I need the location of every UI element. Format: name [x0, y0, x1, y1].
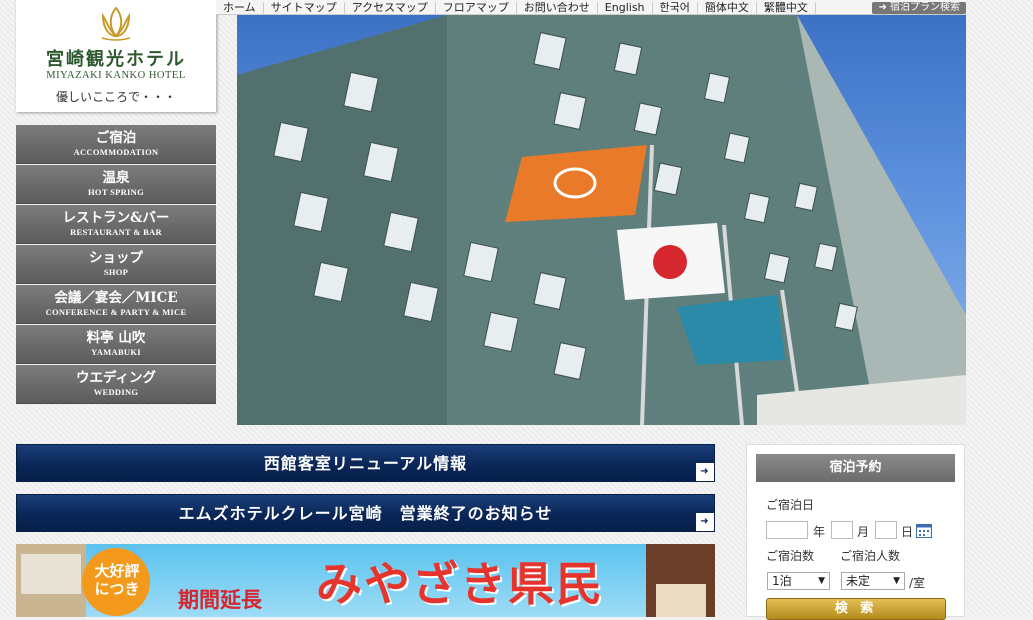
nights-select[interactable]: 1泊 ▼ [767, 572, 830, 590]
nav-label-jp: 料亭 山吹 [86, 330, 146, 346]
announcement-renewal[interactable]: 西館客室リニューアル情報 ➜ [16, 444, 715, 482]
lotus-icon [101, 6, 131, 41]
calendar-icon[interactable] [916, 523, 932, 538]
plan-search-label: 宿泊プラン検索 [890, 2, 960, 13]
nav-hot-spring[interactable]: 温泉 HOT SPRING [16, 165, 216, 204]
guests-value: 未定 [846, 574, 871, 588]
nav-label-jp: レストラン&バー [62, 210, 170, 226]
reservation-panel: 宿泊予約 ご宿泊日 年 月 日 ご宿泊数 ご宿泊人数 1泊 ▼ 未定 ▼ /室 … [746, 444, 965, 620]
banner-badge: 大好評につき [94, 562, 140, 598]
checkin-month-input[interactable] [831, 521, 853, 539]
nav-accommodation[interactable]: ご宿泊 ACCOMMODATION [16, 125, 216, 164]
top-nav: ホーム サイトマップ アクセスマップ フロアマップ お問い合わせ English… [216, 0, 966, 15]
campaign-banner[interactable]: 大好評につき 期間延長 みやざき県民 [16, 544, 715, 617]
top-nav-home[interactable]: ホーム [216, 2, 264, 14]
banner-sub: 期間延長 [178, 588, 262, 612]
announcement-closure[interactable]: エムズホテルクレール宮崎 営業終了のお知らせ ➜ [16, 494, 715, 532]
nav-label-en: SHOP [103, 267, 129, 277]
year-unit: 年 [813, 525, 826, 539]
top-nav-sitemap[interactable]: サイトマップ [264, 2, 345, 14]
top-nav-english[interactable]: English [598, 2, 653, 14]
plan-search-button[interactable]: ➜ 宿泊プラン検索 [872, 2, 966, 14]
checkin-day-input[interactable] [875, 521, 897, 539]
nav-restaurant-bar[interactable]: レストラン&バー RESTAURANT & BAR [16, 205, 216, 244]
top-nav-simplified-chinese[interactable]: 簡体中文 [698, 2, 757, 14]
arrow-icon: ➜ [696, 513, 714, 531]
nav-label-en: ACCOMMODATION [73, 147, 159, 157]
announcement-label: 西館客室リニューアル情報 [263, 454, 468, 473]
nav-shop[interactable]: ショップ SHOP [16, 245, 216, 284]
arrow-icon: ➜ [696, 463, 714, 481]
dropdown-arrow-icon: ▼ [818, 576, 825, 586]
side-nav: ご宿泊 ACCOMMODATION 温泉 HOT SPRING レストラン&バー… [16, 125, 216, 405]
nights-value: 1泊 [772, 574, 792, 588]
hotel-building-illustration [237, 15, 966, 425]
reservation-title: 宿泊予約 [756, 454, 955, 482]
guests-label: ご宿泊人数 [840, 549, 901, 563]
day-unit: 日 [901, 525, 914, 539]
nav-label-jp: 会議／宴会／MICE [54, 290, 178, 306]
guests-select[interactable]: 未定 ▼ [841, 572, 905, 590]
nav-label-en: YAMABUKI [91, 347, 141, 357]
nav-conference[interactable]: 会議／宴会／MICE CONFERENCE & PARTY & MICE [16, 285, 216, 324]
nav-label-en: HOT SPRING [88, 187, 144, 197]
checkin-label: ご宿泊日 [766, 498, 815, 512]
nav-label-jp: ウエディング [75, 370, 157, 386]
top-nav-contact[interactable]: お問い合わせ [517, 2, 598, 14]
nav-label-en: WEDDING [93, 387, 139, 397]
top-nav-access-map[interactable]: アクセスマップ [345, 2, 436, 14]
nav-label-en: RESTAURANT & BAR [70, 227, 162, 237]
nav-label-jp: 温泉 [102, 170, 130, 186]
per-room-label: /室 [909, 576, 926, 590]
checkin-year-input[interactable] [766, 521, 808, 539]
announcement-label: エムズホテルクレール宮崎 営業終了のお知らせ [178, 504, 553, 523]
hotel-logo[interactable]: 宮崎観光ホテル MIYAZAKI KANKO HOTEL 優しいこころで・・・ [16, 0, 216, 112]
dropdown-arrow-icon: ▼ [893, 576, 900, 586]
hero-hotel-photo [237, 15, 966, 425]
nights-label: ご宿泊数 [766, 549, 815, 563]
top-nav-floor-map[interactable]: フロアマップ [436, 2, 517, 14]
logo-name-en: MIYAZAKI KANKO HOTEL [46, 70, 186, 81]
nav-label-jp: ご宿泊 [95, 130, 137, 146]
nav-label-en: CONFERENCE & PARTY & MICE [45, 307, 187, 317]
nav-wedding[interactable]: ウエディング WEDDING [16, 365, 216, 404]
nav-label-jp: ショップ [89, 250, 143, 266]
logo-tagline: 優しいこころで・・・ [55, 90, 176, 104]
top-nav-traditional-chinese[interactable]: 繁體中文 [757, 2, 816, 14]
month-unit: 月 [857, 525, 870, 539]
logo-name-jp: 宮崎観光ホテル [46, 49, 186, 70]
top-nav-korean[interactable]: 한국어 [653, 2, 698, 14]
nav-yamabuki[interactable]: 料亭 山吹 YAMABUKI [16, 325, 216, 364]
banner-main: みやざき県民 [316, 557, 604, 611]
